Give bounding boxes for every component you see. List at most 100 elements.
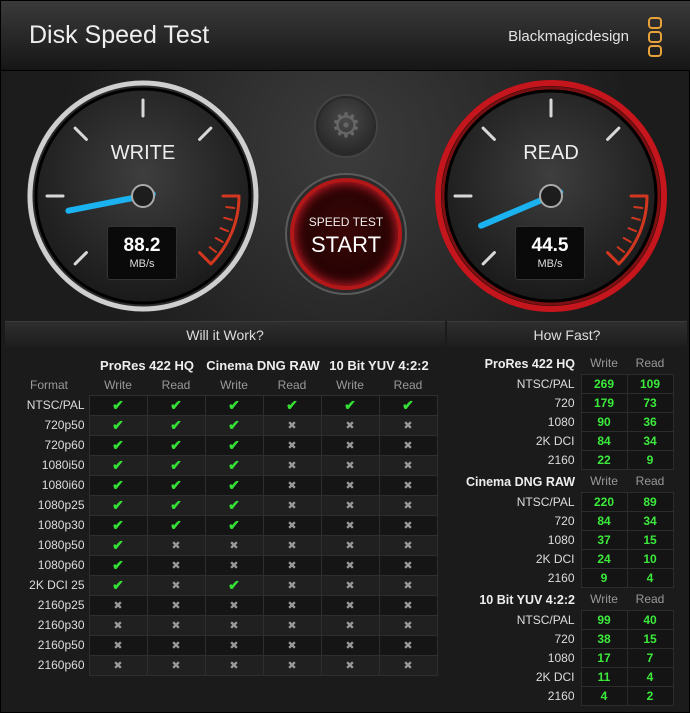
support-cell: ✔ xyxy=(88,534,148,556)
support-cell: ✖ xyxy=(378,514,438,536)
check-icon: ✔ xyxy=(228,396,240,413)
read-gauge: READ 44.5 MB/s xyxy=(433,78,669,314)
check-icon: ✔ xyxy=(112,496,124,513)
check-icon: ✔ xyxy=(170,496,182,513)
check-icon: ✔ xyxy=(228,516,240,533)
support-cell: ✖ xyxy=(146,574,206,596)
group-name: 10 Bit YUV 4:2:2 xyxy=(479,592,575,607)
support-cell: ✔ xyxy=(204,514,264,536)
read-col-header: Read xyxy=(635,356,665,371)
group-header-row: ProRes 422 HQ Write Read xyxy=(447,353,673,374)
read-readout: 44.5 MB/s xyxy=(515,226,585,280)
will-it-work-table: ProRes 422 HQ Cinema DNG RAW 10 Bit YUV … xyxy=(13,355,438,676)
support-cell: ✖ xyxy=(378,574,438,596)
support-cell: ✖ xyxy=(204,534,264,556)
support-cell: ✔ xyxy=(204,574,264,596)
cross-icon: ✖ xyxy=(403,480,413,492)
read-col-header: Read xyxy=(393,377,423,392)
support-cell: ✖ xyxy=(146,554,206,576)
table-row: 2160p60 ✖ ✖ ✖ ✖ ✖ ✖ xyxy=(13,654,438,676)
read-fps: 40 xyxy=(626,609,674,630)
check-icon: ✔ xyxy=(286,396,298,413)
cross-icon: ✖ xyxy=(287,520,297,532)
cross-icon: ✖ xyxy=(287,440,297,452)
cross-icon: ✖ xyxy=(287,540,297,552)
read-fps: 34 xyxy=(626,510,674,531)
table-row: 2160 22 9 xyxy=(447,449,674,470)
write-label: WRITE xyxy=(110,142,176,164)
cross-icon: ✖ xyxy=(287,580,297,592)
settings-button[interactable]: ⚙ xyxy=(316,96,376,156)
support-cell: ✖ xyxy=(88,634,148,656)
support-cell: ✖ xyxy=(262,534,322,556)
support-cell: ✖ xyxy=(320,634,380,656)
format-name: 2K DCI xyxy=(535,433,575,448)
write-fps: 17 xyxy=(580,647,628,668)
table-row: 720 38 15 xyxy=(447,628,674,649)
support-cell: ✔ xyxy=(204,434,264,456)
write-fps: 37 xyxy=(580,529,628,550)
title-bar: Disk Speed Test Blackmagicdesign xyxy=(1,1,690,71)
cross-icon: ✖ xyxy=(345,580,355,592)
write-col-header: Write xyxy=(104,377,132,392)
support-cell: ✖ xyxy=(262,554,322,576)
brand-name: Blackmagicdesign xyxy=(508,28,629,45)
support-cell: ✖ xyxy=(320,494,380,516)
support-cell: ✖ xyxy=(146,654,206,676)
write-col-header: Write xyxy=(220,377,248,392)
cross-icon: ✖ xyxy=(171,580,181,592)
cross-icon: ✖ xyxy=(287,500,297,512)
format-name: 1080p60 xyxy=(37,558,85,572)
support-cell: ✖ xyxy=(204,634,264,656)
write-fps: 269 xyxy=(580,373,628,394)
read-col-header: Read xyxy=(635,592,665,607)
app-window: Disk Speed Test Blackmagicdesign WRITE 8… xyxy=(0,0,690,713)
cross-icon: ✖ xyxy=(287,480,297,492)
will-it-work-header: Will it Work? xyxy=(5,321,445,347)
check-icon: ✔ xyxy=(170,416,182,433)
support-cell: ✔ xyxy=(204,414,264,436)
start-button[interactable]: SPEED TEST START xyxy=(290,178,402,290)
table-row: 2K DCI 25 ✔ ✖ ✔ ✖ ✖ ✖ xyxy=(13,574,438,596)
write-fps: 11 xyxy=(580,666,628,687)
table-row: 1080p25 ✔ ✔ ✔ ✖ ✖ ✖ xyxy=(13,494,438,516)
check-icon: ✔ xyxy=(344,396,356,413)
support-cell: ✖ xyxy=(320,594,380,616)
support-cell: ✖ xyxy=(262,614,322,636)
read-fps: 4 xyxy=(626,567,674,588)
how-fast-group: ProRes 422 HQ Write Read NTSC/PAL 269 109 720 1… xyxy=(447,353,687,470)
check-icon: ✔ xyxy=(112,556,124,573)
support-cell: ✖ xyxy=(262,414,322,436)
check-icon: ✔ xyxy=(228,476,240,493)
cross-icon: ✖ xyxy=(403,600,413,612)
how-fast-header: How Fast? xyxy=(447,321,687,347)
cross-icon: ✖ xyxy=(171,640,181,652)
read-fps: 109 xyxy=(626,373,674,394)
support-cell: ✔ xyxy=(88,394,148,416)
format-name: 2K DCI xyxy=(535,551,575,566)
write-fps: 4 xyxy=(580,685,628,706)
write-fps: 90 xyxy=(580,411,628,432)
write-fps: 99 xyxy=(580,609,628,630)
support-cell: ✔ xyxy=(262,394,322,416)
support-cell: ✔ xyxy=(146,474,206,496)
support-cell: ✖ xyxy=(378,434,438,456)
support-cell: ✖ xyxy=(378,654,438,676)
read-col-header: Read xyxy=(277,377,307,392)
cross-icon: ✖ xyxy=(403,440,413,452)
cross-icon: ✖ xyxy=(229,540,239,552)
support-cell: ✖ xyxy=(378,554,438,576)
support-cell: ✔ xyxy=(146,454,206,476)
support-cell: ✖ xyxy=(378,634,438,656)
write-col-header: Write xyxy=(590,356,618,371)
write-readout: 88.2 MB/s xyxy=(107,226,177,280)
support-cell: ✖ xyxy=(146,634,206,656)
support-cell: ✔ xyxy=(88,474,148,496)
check-icon: ✔ xyxy=(228,576,240,593)
support-cell: ✖ xyxy=(146,594,206,616)
group-header-row: 10 Bit YUV 4:2:2 Write Read xyxy=(447,589,673,610)
check-icon: ✔ xyxy=(112,456,124,473)
format-name: 1080i60 xyxy=(41,478,85,492)
format-name: 2160p30 xyxy=(37,618,85,632)
check-icon: ✔ xyxy=(112,396,124,413)
